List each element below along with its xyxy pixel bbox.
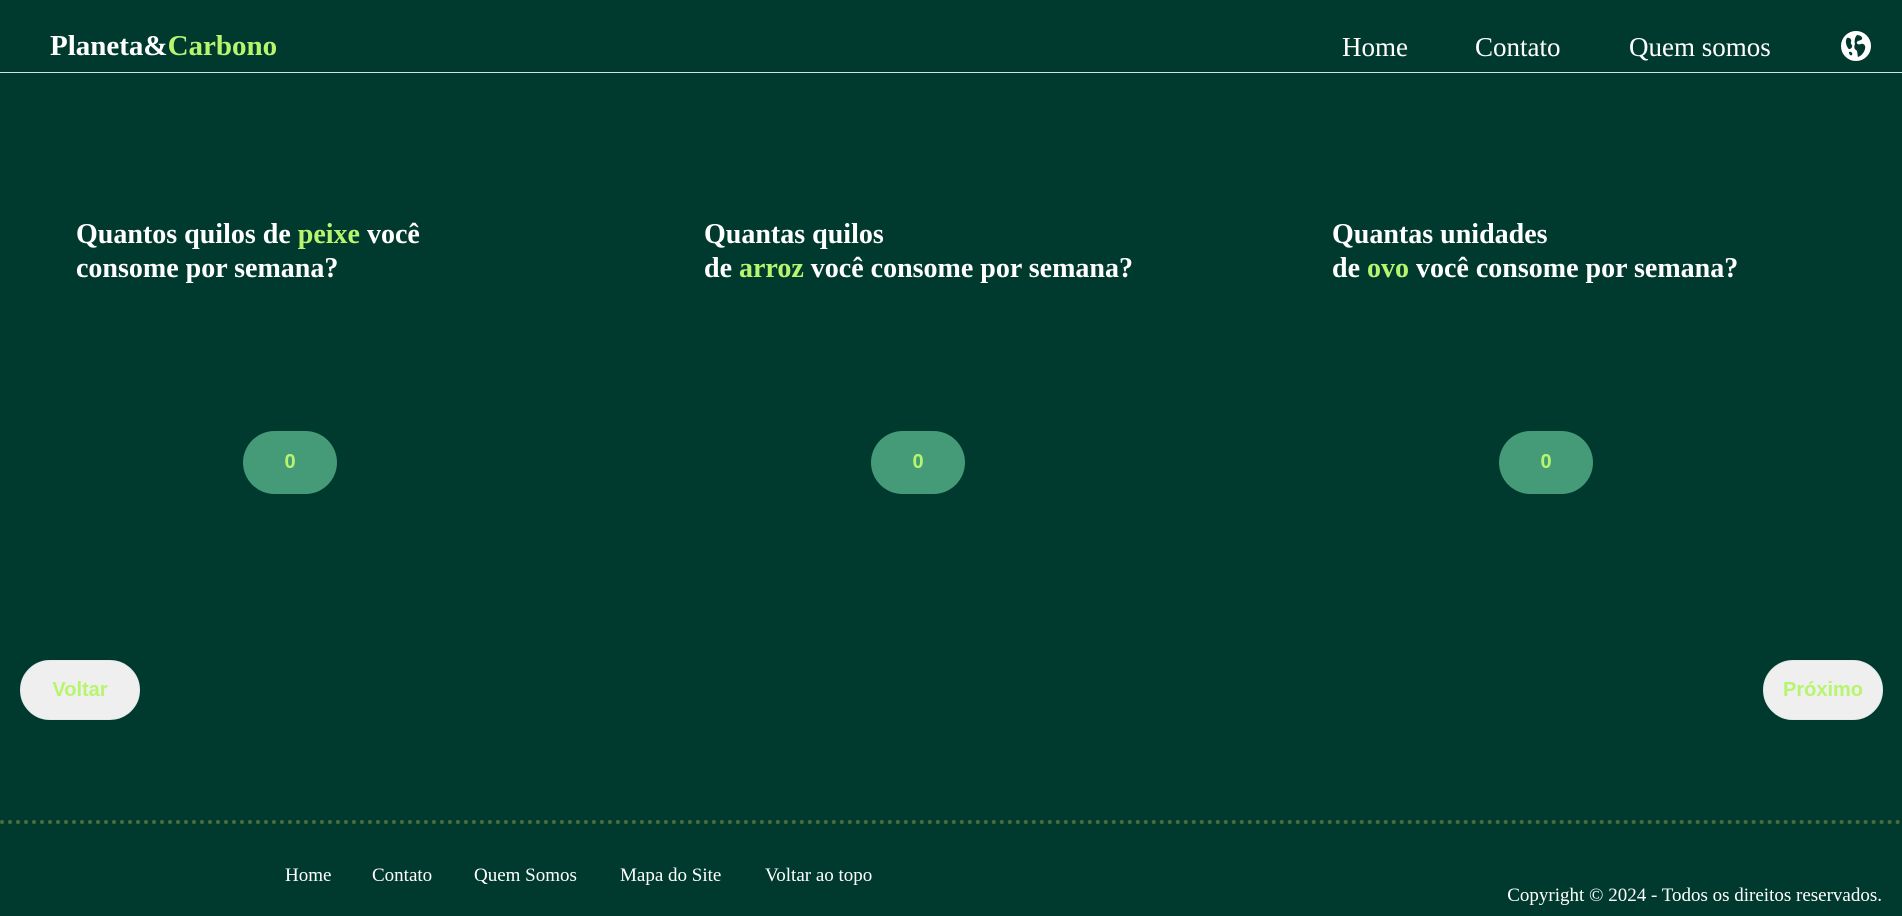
- back-button[interactable]: Voltar: [20, 660, 140, 720]
- footer-link-voltar-ao-topo[interactable]: Voltar ao topo: [765, 864, 872, 888]
- footer-link-mapa-do-site[interactable]: Mapa do Site: [620, 864, 721, 888]
- highlight-fish: peixe: [297, 219, 360, 250]
- question-fish-text: Quantos quilos de peixe você consome por…: [76, 219, 420, 284]
- top-navbar: Planeta&Carbono Home Contato Quem somos: [0, 0, 1902, 73]
- footer-link-home[interactable]: Home: [285, 864, 331, 888]
- nav-quem-somos-link[interactable]: Quem somos: [1629, 30, 1771, 64]
- copyright-text: Copyright © 2024 - Todos os direitos res…: [1507, 885, 1882, 906]
- footer-link-contato[interactable]: Contato: [372, 864, 432, 888]
- fish-quantity-input[interactable]: 0: [243, 431, 337, 494]
- globe-icon[interactable]: [1839, 29, 1873, 63]
- question-rice-text: Quantas quilos de arroz você consome por…: [704, 219, 1133, 284]
- brand-name-part2: Carbono: [167, 30, 278, 62]
- brand-name-part1: Planeta&: [50, 30, 168, 62]
- highlight-rice: arroz: [739, 253, 804, 284]
- footer-link-quem-somos[interactable]: Quem Somos: [474, 864, 577, 888]
- question-egg-text: Quantas unidades de ovo você consome por…: [1332, 219, 1739, 284]
- egg-quantity-input[interactable]: 0: [1499, 431, 1593, 494]
- footer-divider: [0, 820, 1902, 824]
- highlight-egg: ovo: [1367, 253, 1409, 284]
- nav-contato-link[interactable]: Contato: [1475, 30, 1561, 64]
- next-button[interactable]: Próximo: [1763, 660, 1883, 720]
- brand-logo[interactable]: Planeta&Carbono: [50, 28, 277, 64]
- nav-home-link[interactable]: Home: [1342, 30, 1408, 64]
- rice-quantity-input[interactable]: 0: [871, 431, 965, 494]
